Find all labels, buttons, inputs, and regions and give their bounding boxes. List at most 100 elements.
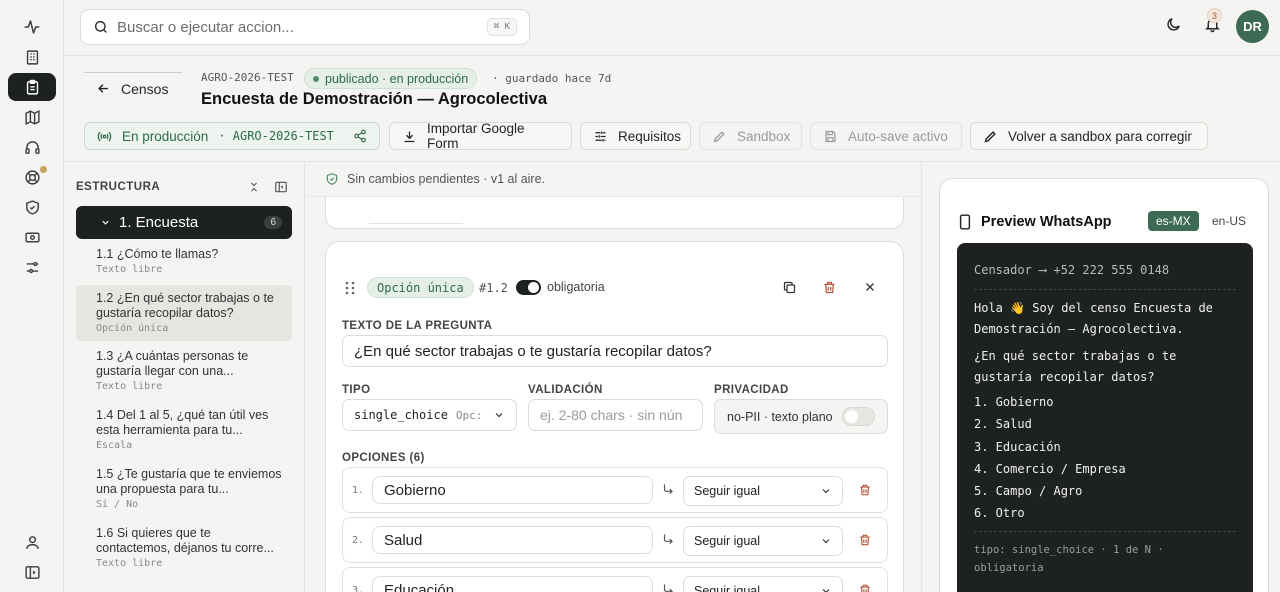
question-text-label: TEXTO DE LA PREGUNTA — [342, 320, 493, 332]
sandbox-button[interactable]: Sandbox — [699, 122, 802, 150]
privacy-label: PRIVACIDAD — [714, 384, 789, 396]
shield-check-icon — [325, 172, 339, 186]
back-to-sandbox-label: Volver a sandbox para corregir — [1008, 128, 1192, 144]
user-icon[interactable] — [0, 534, 64, 551]
shield-icon[interactable] — [8, 193, 56, 221]
chat-options: 1. Gobierno 2. Salud 3. Educación 4. Com… — [974, 391, 1126, 525]
type-value: single_choice — [354, 408, 448, 422]
building-icon[interactable] — [8, 43, 56, 71]
whatsapp-preview-panel: Preview WhatsApp es-MX en-US Censador ⟶ … — [939, 178, 1269, 592]
lang-tab-es-mx[interactable]: es-MX — [1148, 211, 1199, 231]
question-editor: Sin cambios pendientes · v1 al aire. Opc… — [305, 162, 922, 592]
trash-icon[interactable] — [858, 483, 872, 497]
panel-collapse-icon[interactable] — [274, 180, 288, 194]
broadcast-icon — [97, 129, 112, 144]
duplicate-icon[interactable] — [782, 280, 797, 295]
chat-meta: tipo: single_choice · 1 de N · obligator… — [974, 544, 1164, 574]
question-item[interactable]: 1.1 ¿Cómo te llamas? Texto libre — [76, 247, 292, 275]
activity-icon[interactable] — [8, 13, 56, 41]
option-input[interactable]: Gobierno — [372, 476, 653, 504]
trash-icon[interactable] — [858, 533, 872, 547]
option-label: Gobierno — [384, 481, 446, 499]
pending-status: Sin cambios pendientes · v1 al aire. — [325, 172, 545, 186]
page-title: Encuesta de Demostración — Agrocolectiva — [201, 90, 547, 108]
back-to-sandbox-button[interactable]: Volver a sandbox para corregir — [970, 122, 1208, 150]
question-item[interactable]: 1.3 ¿A cuántas personas te gustaría lleg… — [76, 349, 292, 392]
lang-tab-en-us[interactable]: en-US — [1204, 211, 1254, 231]
type-select[interactable]: single_choice Opc: — [342, 399, 517, 431]
question-type: Texto libre — [96, 264, 163, 275]
option-index: 2. — [352, 535, 365, 546]
divider — [974, 531, 1236, 532]
back-label: Censos — [121, 80, 169, 97]
divider — [974, 289, 1236, 290]
question-item[interactable]: 1.4 Del 1 al 5, ¿qué tan útil ves esta h… — [76, 408, 292, 451]
survey-header: Censos AGRO-2026-TEST publicado · en pro… — [64, 56, 1280, 162]
question-text-field[interactable]: ¿En qué sector trabajas o te gustaría re… — [342, 335, 888, 367]
question-item-selected[interactable]: 1.2 ¿En qué sector trabajas o te gustarí… — [76, 285, 292, 341]
chat-option: 6. Otro — [974, 506, 1025, 521]
branch-arrow-icon — [661, 582, 675, 592]
chevron-down-icon — [820, 485, 832, 497]
question-type: Opción única — [96, 323, 169, 334]
download-icon — [402, 129, 417, 144]
search-box[interactable]: ⌘ K — [80, 9, 530, 45]
headphones-icon[interactable] — [8, 133, 56, 161]
chat-option: 4. Comercio / Empresa — [974, 461, 1126, 476]
option-flow: Seguir igual — [694, 584, 761, 592]
arrow-left-icon — [96, 81, 111, 96]
back-to-censos-link[interactable]: Censos — [84, 72, 182, 104]
chevron-down-icon — [493, 409, 505, 421]
question-item[interactable]: 1.5 ¿Te gustaría que te enviemos una pro… — [76, 467, 292, 510]
pencil-icon — [712, 129, 727, 144]
collapse-sidebar-icon[interactable] — [0, 564, 64, 581]
avatar[interactable]: DR — [1236, 10, 1269, 43]
import-google-form-button[interactable]: Importar Google Form — [389, 121, 572, 151]
question-label: 1.2 ¿En qué sector trabajas o te gustarí… — [96, 291, 274, 320]
status-dot — [313, 75, 319, 82]
required-toggle[interactable] — [516, 280, 541, 295]
validation-field[interactable] — [528, 399, 703, 431]
lifebuoy-icon[interactable] — [8, 163, 56, 191]
section-label: 1. Encuesta — [119, 214, 199, 231]
save-icon — [823, 129, 838, 144]
sliders-icon[interactable] — [8, 253, 56, 281]
collapse-all-icon[interactable] — [248, 180, 260, 194]
close-icon[interactable] — [863, 280, 877, 294]
option-flow-select[interactable]: Seguir igual — [683, 526, 843, 556]
dark-mode-icon[interactable] — [1165, 16, 1182, 33]
production-button[interactable]: En producción · AGRO-2026-TEST — [84, 122, 380, 150]
search-input[interactable] — [117, 18, 487, 36]
trash-icon[interactable] — [822, 280, 837, 295]
money-icon[interactable] — [8, 223, 56, 251]
option-flow-select[interactable]: Seguir igual — [683, 576, 843, 592]
sandbox-label: Sandbox — [737, 128, 791, 144]
topbar: ⌘ K 3 DR — [64, 0, 1280, 56]
option-input[interactable]: Salud — [372, 526, 653, 554]
question-label: 1.5 ¿Te gustaría que te enviemos una pro… — [96, 467, 282, 496]
type-hint: Opc: — [455, 408, 483, 422]
production-code: · AGRO-2026-TEST — [218, 129, 334, 143]
share-icon[interactable] — [353, 129, 367, 143]
chat-greeting: Hola 👋 Soy del censo Encuesta de Demostr… — [974, 301, 1213, 336]
validation-input[interactable] — [540, 407, 691, 423]
option-flow-select[interactable]: Seguir igual — [683, 476, 843, 506]
question-item[interactable]: 1.6 Si quieres que te contactemos, déjan… — [76, 526, 292, 569]
requirements-button[interactable]: Requisitos — [580, 122, 691, 150]
chevron-down-icon — [820, 585, 832, 592]
option-flow: Seguir igual — [694, 484, 761, 498]
survey-code: AGRO-2026-TEST — [201, 71, 294, 84]
privacy-setting[interactable]: no-PII · texto plano — [714, 399, 888, 434]
section-encuesta[interactable]: 1. Encuesta 6 — [76, 206, 292, 239]
clipboard-icon[interactable] — [8, 73, 56, 101]
pencil-icon — [983, 129, 998, 144]
map-icon[interactable] — [8, 103, 56, 131]
notification-dot — [40, 166, 47, 173]
privacy-toggle[interactable] — [842, 407, 875, 426]
saved-timestamp: · guardado hace 7d — [492, 72, 612, 85]
autosave-button[interactable]: Auto-save activo — [810, 122, 962, 150]
option-input[interactable]: Educación — [372, 576, 653, 592]
trash-icon[interactable] — [858, 583, 872, 592]
drag-handle-icon[interactable] — [345, 281, 355, 295]
options-label: OPCIONES (6) — [342, 452, 425, 464]
